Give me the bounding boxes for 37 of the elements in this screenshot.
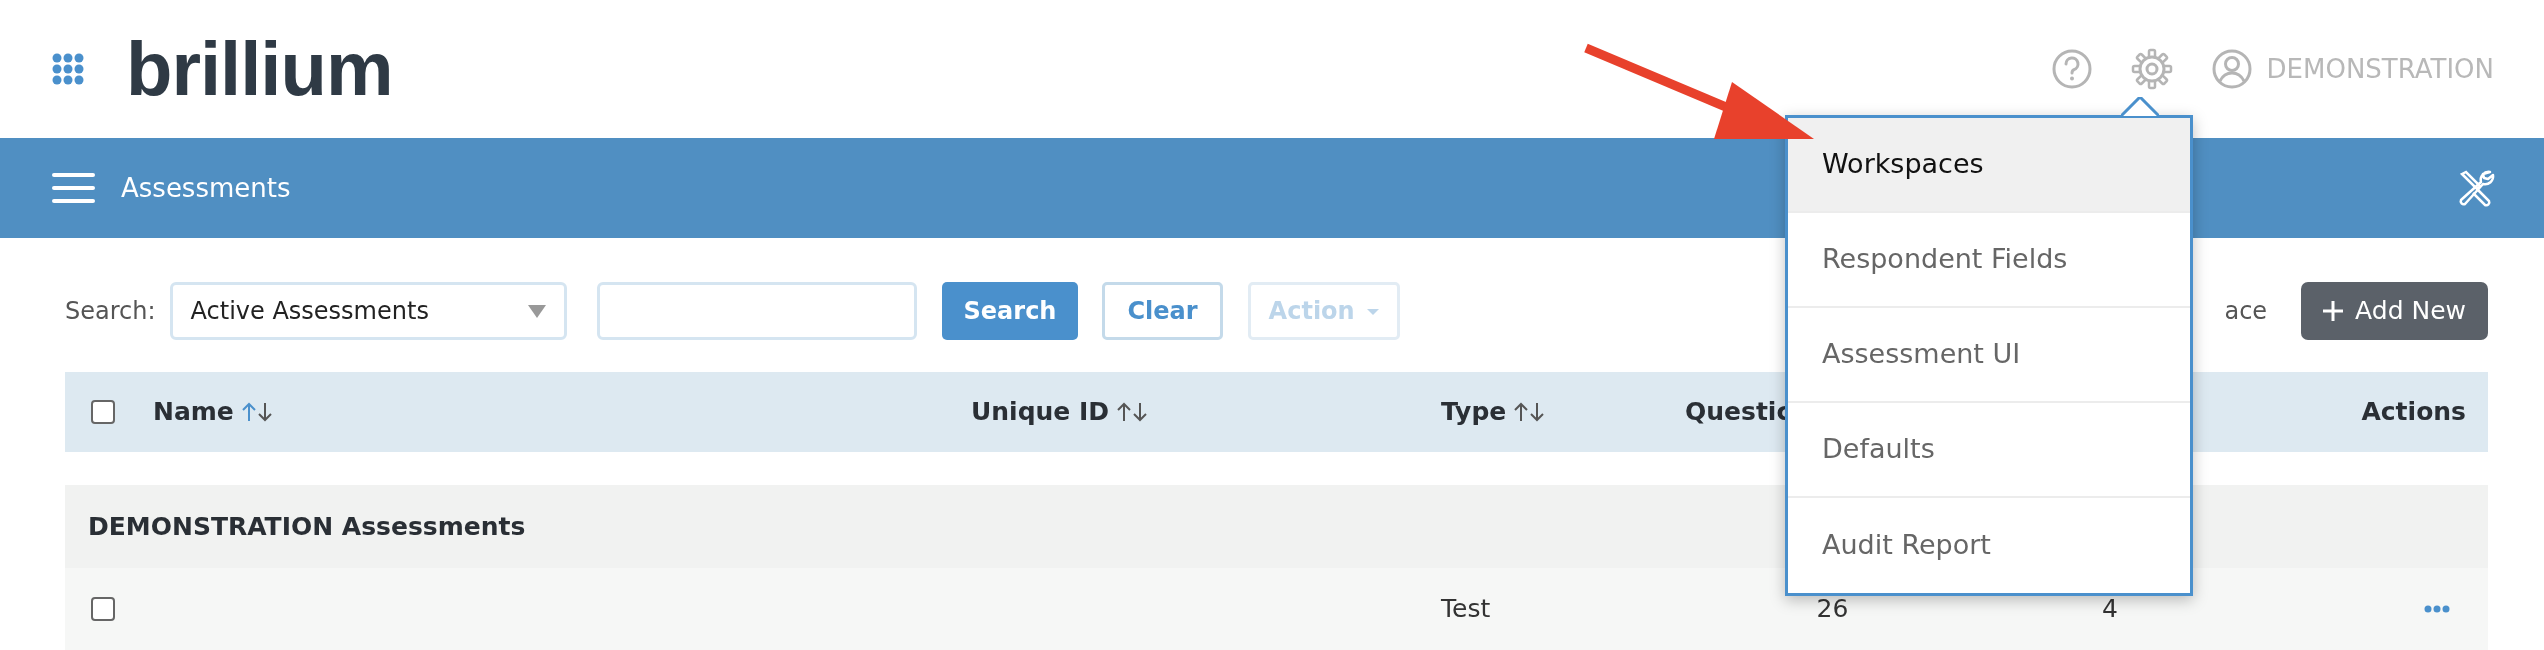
- apps-grid-icon[interactable]: [52, 53, 84, 85]
- plus-icon: [2323, 301, 2344, 321]
- filter-dropdown[interactable]: Active Assessments: [169, 282, 567, 340]
- label-text: ace: [2224, 296, 2268, 327]
- menu-item[interactable]: Audit Report: [1788, 498, 2190, 593]
- sort-icon[interactable]: [1117, 401, 1148, 423]
- table-cell-text: 4: [2102, 593, 2118, 626]
- table-cell-text: Test: [1441, 593, 1492, 626]
- logo: brillium: [126, 31, 393, 107]
- menu-icon[interactable]: [52, 173, 95, 203]
- more-icon[interactable]: [2424, 605, 2450, 613]
- menu-item[interactable]: Assessment UI: [1788, 308, 2190, 403]
- search-button[interactable]: Search: [941, 282, 1079, 340]
- tools-icon[interactable]: [2456, 168, 2496, 208]
- help-icon[interactable]: [2050, 48, 2093, 90]
- caret-icon: [1366, 309, 1379, 315]
- page-title: Assessments: [121, 171, 291, 205]
- checkbox[interactable]: [91, 597, 115, 621]
- menu-item[interactable]: Respondent Fields: [1788, 213, 2190, 308]
- caret-icon: [527, 304, 546, 318]
- group-label: DEMONSTRATION Assessments: [88, 510, 526, 543]
- column-header[interactable]: Unique ID: [971, 393, 1110, 431]
- column-header[interactable]: Actions: [2361, 393, 2466, 431]
- sort-icon[interactable]: [1514, 401, 1545, 423]
- search-label: Search:: [65, 296, 156, 327]
- column-header[interactable]: Type: [1441, 393, 1507, 431]
- settings-icon[interactable]: [2130, 48, 2173, 90]
- column-header[interactable]: Name: [153, 393, 234, 431]
- checkbox[interactable]: [91, 400, 115, 424]
- table-cell-text: 26: [1816, 593, 1849, 626]
- clear-button[interactable]: Clear: [1102, 282, 1223, 340]
- menu-item[interactable]: Defaults: [1788, 403, 2190, 498]
- user-icon[interactable]: [2210, 48, 2253, 90]
- sort-icon[interactable]: [241, 401, 272, 423]
- search-field[interactable]: [596, 282, 917, 340]
- menu-item[interactable]: Workspaces: [1788, 118, 2190, 213]
- add-new-button[interactable]: Add New: [2301, 282, 2488, 340]
